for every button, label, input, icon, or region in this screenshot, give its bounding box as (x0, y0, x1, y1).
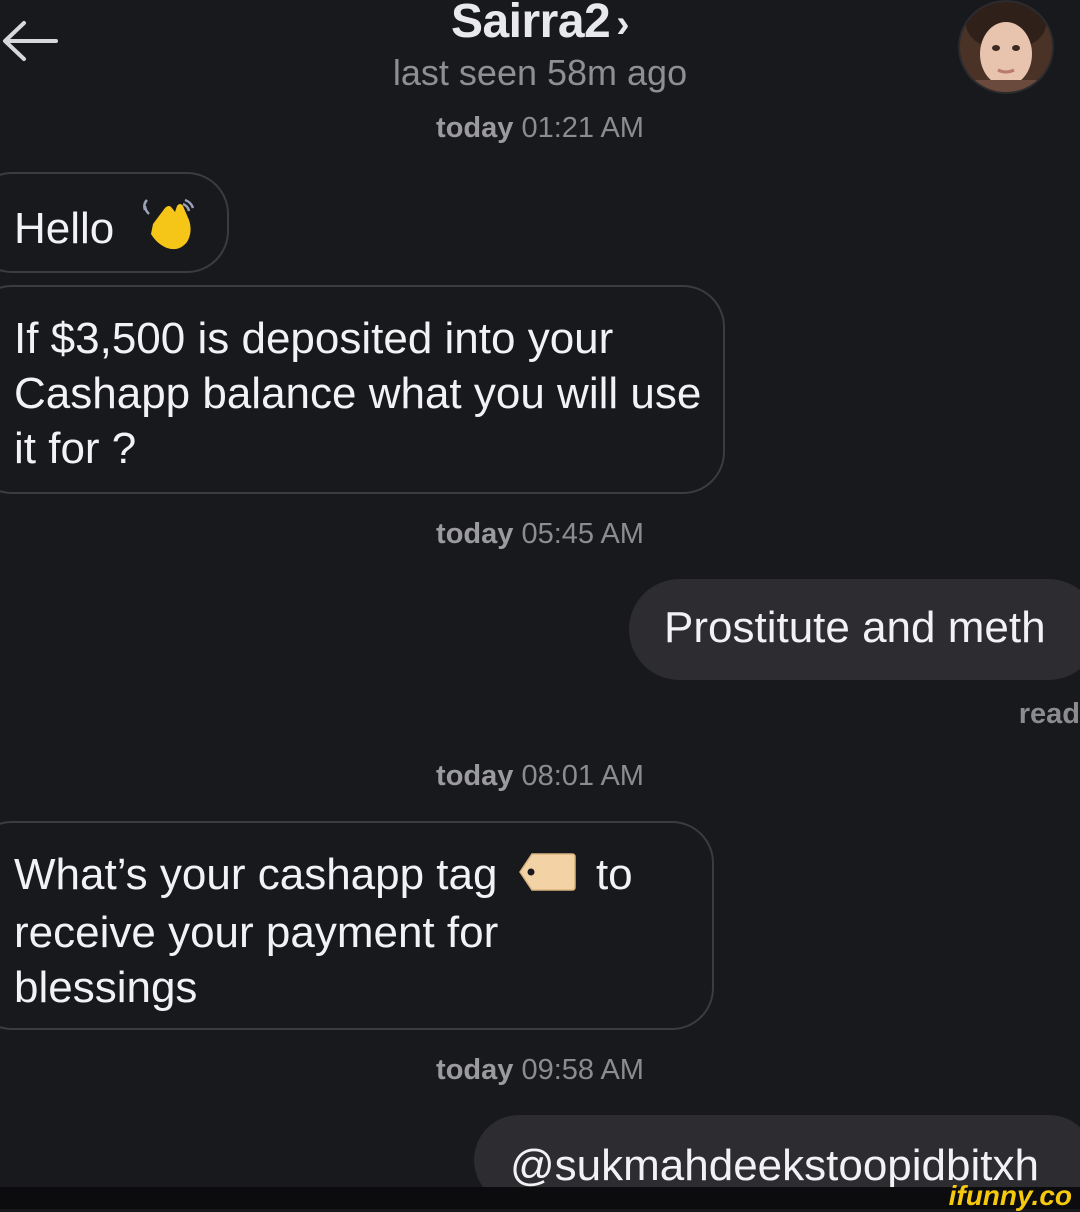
waving-hand-icon (139, 196, 197, 267)
message-text: Prostitute and meth (664, 603, 1046, 652)
avatar[interactable] (958, 0, 1054, 94)
message-text: What’s your cashapp tag (14, 850, 498, 899)
timestamp: today 08:01 AM (436, 760, 644, 792)
timestamp: today 09:58 AM (436, 1054, 644, 1086)
chevron-right-icon: › (616, 2, 630, 46)
contact-name: Sairra2 (450, 0, 611, 48)
contact-name-button[interactable]: Sairra2 › (0, 0, 1080, 49)
read-receipt: read (1018, 698, 1080, 730)
watermark-logo: ifunny.co (948, 1180, 1072, 1211)
last-seen-status: last seen 58m ago (392, 52, 688, 93)
timestamp: today 01:21 AM (436, 112, 644, 144)
timestamp: today 05:45 AM (436, 518, 644, 550)
incoming-message[interactable]: What’s your cashapp tag to receive your … (0, 821, 714, 1030)
outgoing-message[interactable]: Prostitute and meth (629, 579, 1080, 680)
incoming-message[interactable]: Hello (0, 172, 229, 273)
message-text: If $3,500 is deposited into your Cashapp… (14, 314, 702, 473)
bottom-bar (0, 1187, 1080, 1209)
message-text: Hello (14, 204, 115, 254)
label-tag-icon (518, 850, 576, 905)
incoming-message[interactable]: If $3,500 is deposited into your Cashapp… (0, 285, 725, 494)
